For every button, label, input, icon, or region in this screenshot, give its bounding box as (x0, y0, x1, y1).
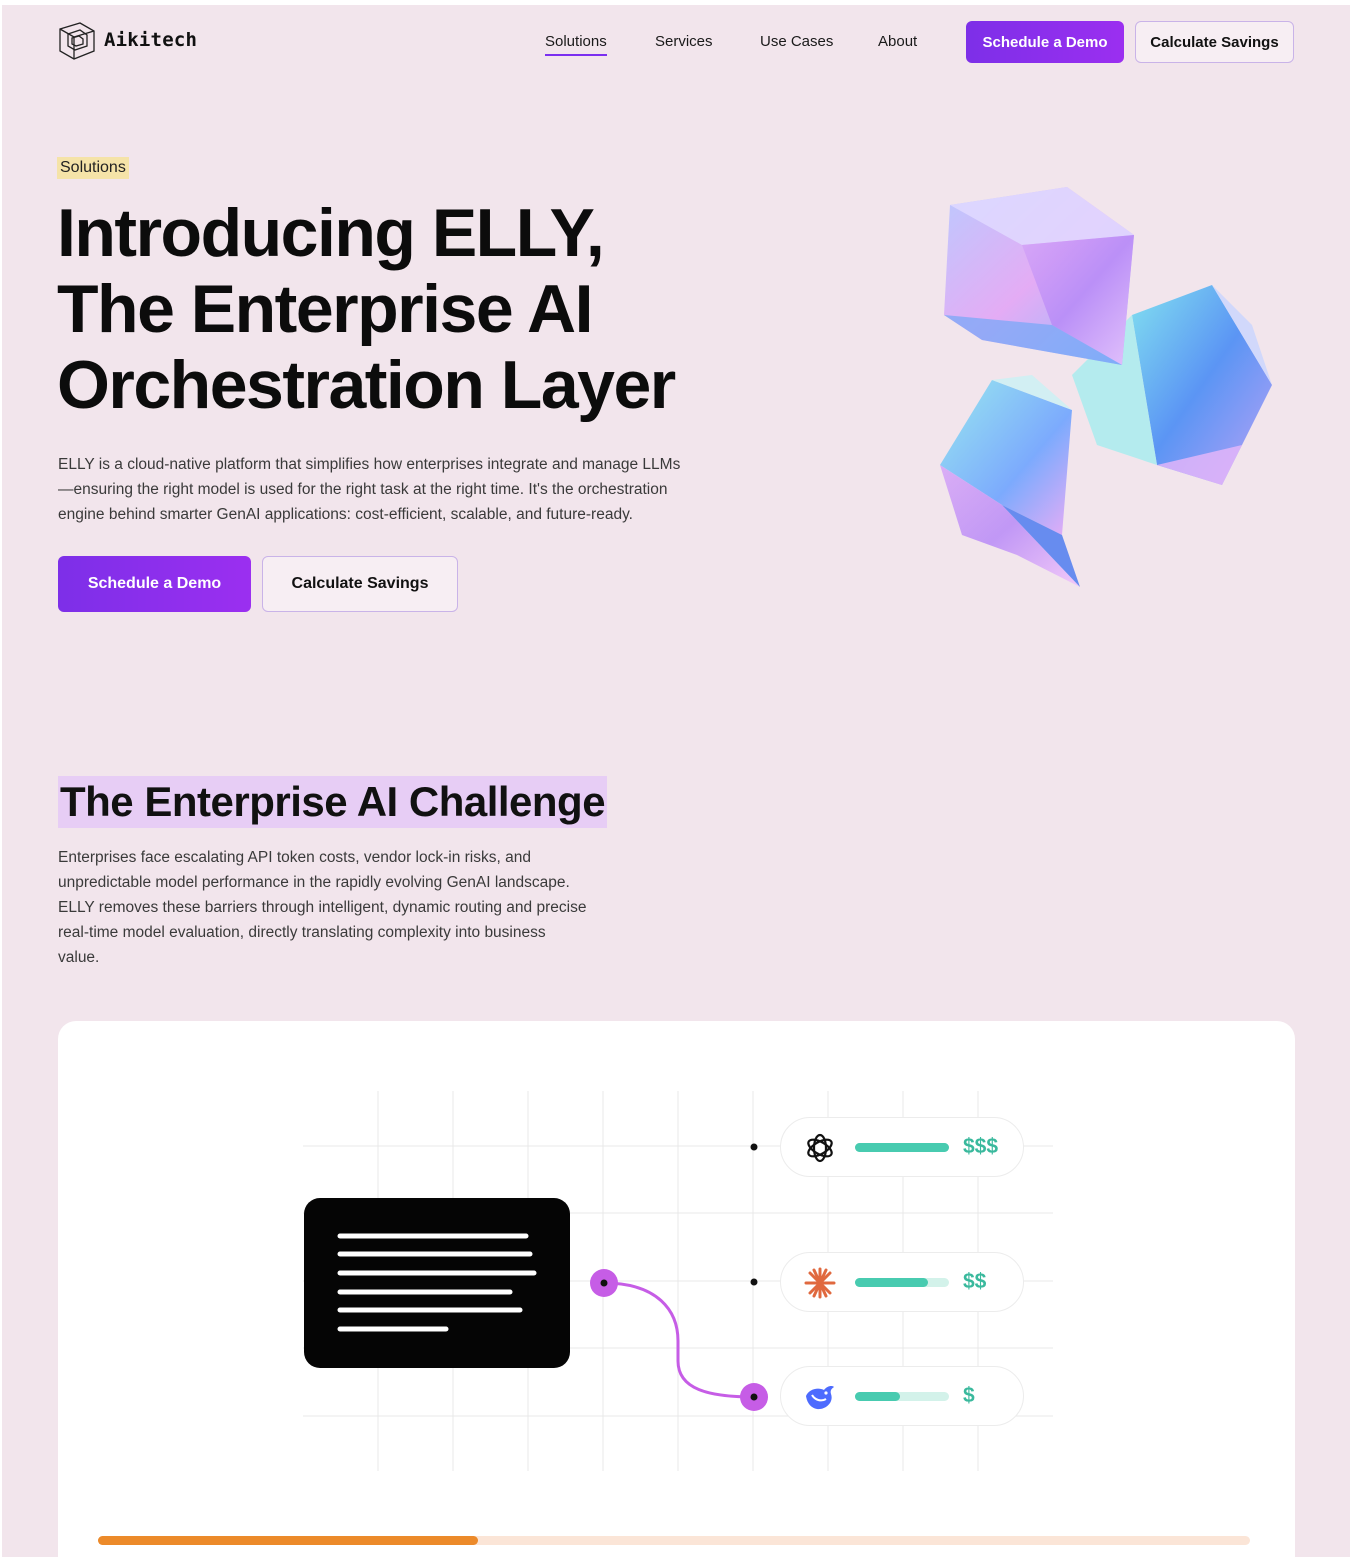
route-path (603, 1281, 755, 1399)
cube-logo-icon (59, 22, 95, 60)
nav-calculate-savings-button[interactable]: Calculate Savings (1135, 21, 1294, 63)
challenge-description-line: unpredictable model performance in the r… (58, 874, 570, 891)
nav-link-about[interactable]: About (878, 33, 917, 50)
challenge-description-line: ELLY removes these barriers through inte… (58, 899, 587, 916)
challenge-description-line: Enterprises face escalating API token co… (58, 849, 531, 866)
challenge-title: The Enterprise AI Challenge (58, 776, 608, 828)
carousel-progress-track[interactable] (98, 1536, 1250, 1545)
model-pill-anthropic[interactable]: $$ (780, 1252, 1024, 1312)
glass-cubes-illustration (940, 187, 1272, 587)
hero-title-line: Introducing ELLY, (57, 195, 605, 271)
challenge-description: Enterprises face escalating API token co… (58, 845, 668, 970)
cost-bar-track (855, 1392, 949, 1401)
anthropic-icon (804, 1267, 836, 1299)
challenge-description-line: real-time model evaluation, directly tra… (58, 924, 546, 941)
routing-diagram-card: $$$ $$ $ (58, 1021, 1295, 1557)
page: Aikitech Solutions Services Use Cases Ab… (2, 5, 1350, 1557)
nav-link-solutions[interactable]: Solutions (545, 33, 607, 56)
hero-description-line: ELLY is a cloud-native platform that sim… (58, 456, 681, 473)
hero-description-line: —ensuring the right model is used for th… (58, 481, 668, 498)
prompt-box (304, 1198, 570, 1368)
cost-label: $$ (963, 1270, 987, 1293)
hero-tag: Solutions (57, 157, 129, 179)
hero-calculate-savings-button[interactable]: Calculate Savings (262, 556, 458, 612)
top-nav: Aikitech Solutions Services Use Cases Ab… (2, 5, 1350, 85)
hero-title-line: The Enterprise AI (57, 271, 594, 347)
model-pill-deepseek[interactable]: $ (780, 1366, 1024, 1426)
cost-label: $ (963, 1384, 975, 1407)
cost-bar-track (855, 1143, 949, 1152)
nav-link-use-cases[interactable]: Use Cases (760, 33, 833, 50)
routing-diagram (303, 1091, 1053, 1471)
deepseek-icon (806, 1386, 834, 1410)
hero-title: Introducing ELLY, The Enterprise AI Orch… (57, 195, 817, 423)
hero-schedule-demo-button[interactable]: Schedule a Demo (58, 556, 251, 612)
cost-label: $$$ (963, 1135, 999, 1158)
model-connector-dot (750, 1278, 758, 1286)
nav-schedule-demo-button[interactable]: Schedule a Demo (966, 21, 1124, 63)
hero-description-line: engine behind smarter GenAI applications… (58, 506, 633, 523)
openai-icon (807, 1133, 833, 1163)
carousel-progress-fill (98, 1536, 479, 1545)
model-pill-openai[interactable]: $$$ (780, 1117, 1024, 1177)
model-connector-dot (750, 1143, 758, 1151)
hero-title-line: Orchestration Layer (57, 347, 676, 423)
cost-bar-fill (855, 1143, 949, 1152)
brand-logo[interactable]: Aikitech (56, 19, 197, 61)
cost-bar-fill (855, 1392, 901, 1401)
hero-description: ELLY is a cloud-native platform that sim… (58, 452, 778, 527)
cost-bar-track (855, 1278, 949, 1287)
brand-name: Aikitech (104, 29, 198, 51)
challenge-description-line: value. (58, 949, 100, 966)
nav-link-services[interactable]: Services (655, 33, 713, 50)
cost-bar-fill (855, 1278, 929, 1287)
